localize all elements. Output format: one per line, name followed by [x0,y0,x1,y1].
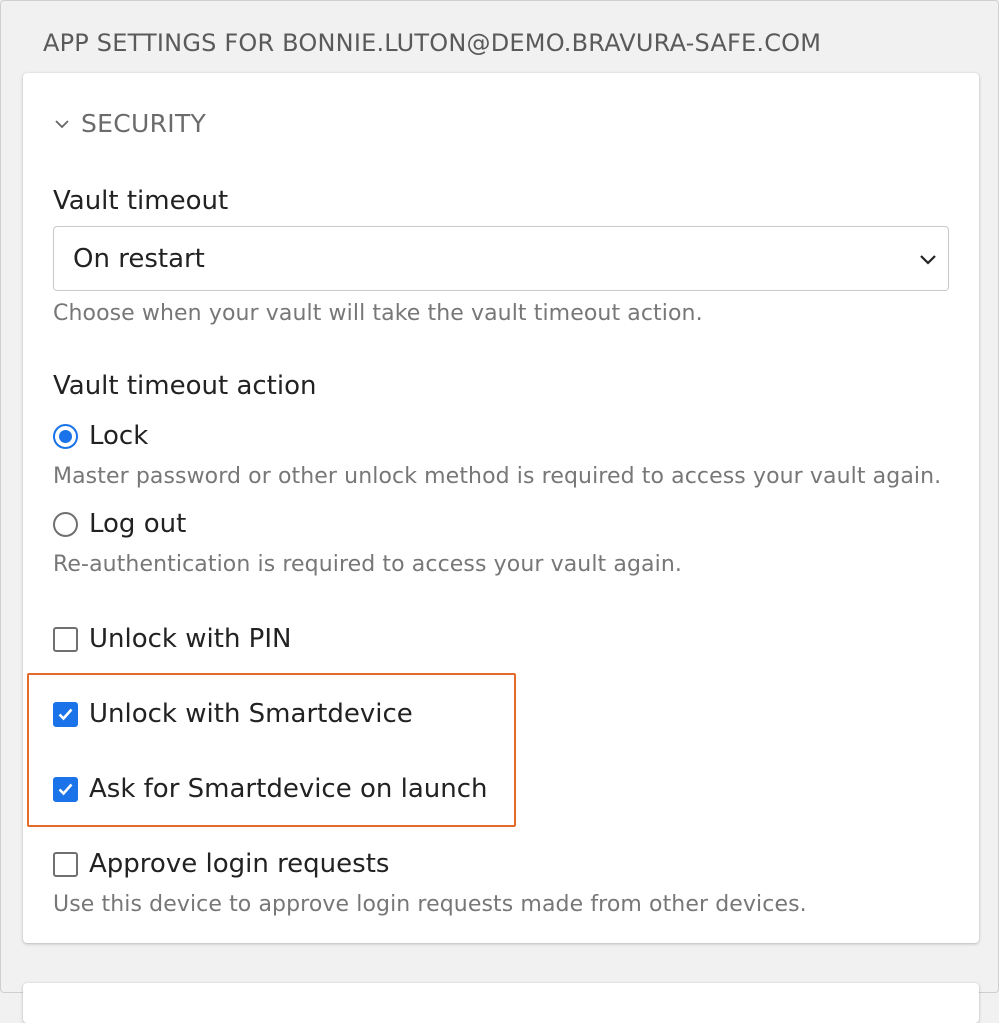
radio-button[interactable] [53,511,78,537]
radio-logout[interactable]: Log out [53,509,186,539]
radio-lock[interactable]: Lock [53,421,148,451]
vault-timeout-help: Choose when your vault will take the vau… [53,301,703,326]
checkmark-icon [58,783,73,795]
vault-timeout-label: Vault timeout [53,186,229,216]
section-title: SECURITY [81,109,207,138]
approve-login-label: Approve login requests [89,849,390,879]
page-title: APP SETTINGS FOR BONNIE.LUTON@DEMO.BRAVU… [43,29,822,57]
security-card: SECURITY Vault timeout On restart Choose… [23,73,979,943]
checkbox-ask-smartdevice[interactable]: Ask for Smartdevice on launch [53,774,488,804]
checkbox-approve-login[interactable]: Approve login requests [53,849,389,879]
checkbox-checked[interactable] [53,701,78,727]
radio-lock-label: Lock [89,421,149,451]
settings-window: APP SETTINGS FOR BONNIE.LUTON@DEMO.BRAVU… [0,0,999,1023]
lock-help: Master password or other unlock method i… [53,464,942,489]
ask-smartdevice-label: Ask for Smartdevice on launch [89,774,488,804]
logout-help: Re-authentication is required to access … [53,552,682,577]
checkbox[interactable] [53,851,78,877]
unlock-smartdevice-label: Unlock with Smartdevice [89,699,413,729]
checkbox-unlock-smartdevice[interactable]: Unlock with Smartdevice [53,699,413,729]
timeout-action-label: Vault timeout action [53,371,317,401]
approve-login-help: Use this device to approve login request… [53,892,807,917]
chevron-down-icon [920,255,936,265]
checkbox-unlock-pin[interactable]: Unlock with PIN [53,624,291,654]
radio-logout-label: Log out [89,509,187,539]
security-section-toggle[interactable]: SECURITY [53,109,206,138]
checkbox-checked[interactable] [53,776,78,802]
unlock-pin-label: Unlock with PIN [89,624,292,654]
vault-timeout-value: On restart [73,243,205,274]
radio-button-checked[interactable] [53,423,78,449]
vault-timeout-select[interactable]: On restart [53,226,949,291]
checkbox[interactable] [53,626,78,652]
next-section-card [23,983,979,1023]
chevron-down-icon [55,119,69,128]
checkmark-icon [58,708,73,720]
